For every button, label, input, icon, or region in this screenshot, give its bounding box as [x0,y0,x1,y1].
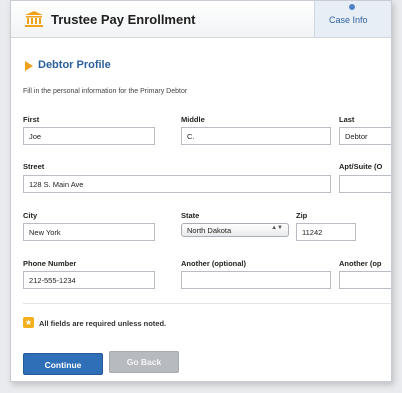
middle-name-label: Middle [181,115,205,124]
section-arrow-icon [25,61,33,71]
city-input[interactable]: New York [23,223,155,241]
continue-button[interactable]: Continue [23,353,103,375]
case-info-tab[interactable]: Case Info [314,1,391,37]
courthouse-icon [25,11,43,27]
apt-suite-input[interactable] [339,175,391,193]
first-name-input[interactable]: Joe [23,127,155,145]
divider [23,303,391,304]
another-phone-label: Another (optional) [181,259,246,268]
state-label: State [181,211,200,220]
city-label: City [23,211,38,220]
case-info-icon [349,4,355,10]
street-input[interactable]: 128 S. Main Ave [23,175,331,193]
apt-suite-label: Apt/Suite (O [339,162,383,171]
select-arrows-icon: ▲▼ [271,225,283,231]
another-phone-input[interactable] [181,271,331,289]
section-instructions: Fill in the personal information for the… [23,88,188,95]
star-icon: ★ [23,317,34,328]
last-name-label: Last [339,115,355,124]
phone-label: Phone Number [23,259,77,268]
street-label: Street [23,162,45,171]
required-note: All fields are required unless noted. [39,319,167,328]
zip-label: Zip [296,211,308,220]
zip-input[interactable]: 11242 [296,223,356,241]
state-select[interactable]: North Dakota ▲▼ [181,223,289,237]
case-info-label: Case Info [329,15,368,25]
enrollment-window: Trustee Pay Enrollment Case Info Debtor … [10,0,392,382]
app-header: Trustee Pay Enrollment Case Info [11,1,391,38]
app-title: Trustee Pay Enrollment [51,12,196,27]
last-name-input[interactable]: Debtor [339,127,391,145]
phone-input[interactable]: 212-555-1234 [23,271,155,289]
go-back-button[interactable]: Go Back [109,351,179,373]
another-phone-2-input[interactable] [339,271,391,289]
first-name-label: First [23,115,40,124]
another-phone-2-label: Another (op [339,259,382,268]
state-select-value: North Dakota [187,226,232,235]
section-title: Debtor Profile [38,59,111,71]
middle-name-input[interactable]: C. [181,127,331,145]
